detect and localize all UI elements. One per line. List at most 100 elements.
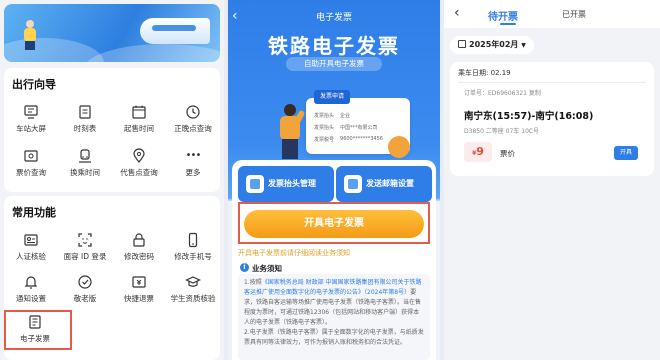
hero-subtitle: 自助开具电子发票	[286, 57, 382, 71]
grid-item-label: 时刻表	[73, 124, 97, 133]
agency-location-icon	[133, 148, 145, 163]
notice-title: 业务须知	[252, 264, 282, 273]
phone-icon	[188, 232, 198, 248]
grid-item-label: 面容 ID 登录	[63, 252, 107, 261]
invoice-mock-label: 发票抬头	[314, 125, 335, 131]
highlight-box-e-invoice	[4, 310, 72, 350]
grid-item-more[interactable]: ••• 更多	[166, 148, 220, 178]
grid-item-label: 换乘时间	[70, 168, 100, 177]
notice-link[interactable]: 开具电子发票前请仔细阅读业务须知	[238, 248, 350, 258]
highlight-box-open-button	[238, 202, 430, 244]
calendar-icon	[458, 40, 466, 48]
grid-item-notification[interactable]: 通知设置	[4, 274, 58, 304]
tab-issued[interactable]: 已开票	[562, 9, 586, 20]
grid-item-label: 起售时间	[124, 124, 154, 133]
email-icon	[344, 175, 362, 193]
invoice-mock-value: 9600*******3456	[340, 136, 383, 142]
notice-text: 2.电子发票（铁路电子客票）属于全面数字化的电子发票，与纸质发票具有同等法律效力…	[244, 329, 424, 346]
grid-item-label: 通知设置	[16, 294, 46, 303]
grid-item-sale-time[interactable]: 起售时间	[112, 104, 166, 134]
notice-content: 1.按照《国家税务总局 财政部 中国国家铁路集团有限公司关于铁路客运推广使用全面…	[238, 274, 430, 360]
train-info: D3850 二等座 07车 10C号	[464, 128, 540, 135]
route: 南宁东(15:57)-南宁(16:08)	[464, 111, 594, 122]
divider	[458, 82, 646, 83]
issue-invoice-button[interactable]: 开具	[614, 146, 638, 160]
page-title: 电子发票	[315, 13, 352, 23]
train-illustration	[140, 18, 210, 44]
tile-label: 发送邮箱设置	[366, 179, 414, 188]
price-label: 票价	[500, 149, 515, 158]
month-selector[interactable]: 2025年02月 ▼	[450, 36, 534, 54]
fare-query-icon	[24, 150, 38, 162]
invoice-mock-head: 发票申请	[314, 90, 351, 104]
notice-announcement-link[interactable]: 《国家税务总局 财政部 中国国家铁路集团有限公司关于铁路客运推广使用全面数字化的…	[244, 279, 422, 296]
e-invoice-actions: 发票抬头管理 发送邮箱设置 开具电子发票 开具电子发票前请仔细阅读业务须知 i …	[232, 160, 436, 360]
invoice-mock-label: 发票税号	[314, 137, 335, 143]
common-functions-title: 常用功能	[12, 206, 56, 219]
month-label: 2025年02月	[469, 40, 519, 49]
grid-item-change-phone[interactable]: 修改手机号	[166, 232, 220, 262]
invoice-mock-row: 发票抬头 中国***有限公司	[314, 124, 402, 131]
grid-item-student-verify[interactable]: 学生资质核验	[166, 274, 220, 304]
caret-down-icon: ▼	[521, 42, 526, 49]
price-value: 9	[476, 145, 484, 158]
banner-hill	[4, 38, 104, 62]
back-icon[interactable]: ‹	[454, 5, 460, 21]
price-badge: ¥9	[464, 142, 492, 162]
tab-pending[interactable]: 待开票	[488, 8, 518, 25]
clock-icon	[186, 105, 200, 119]
bell-icon	[24, 276, 38, 289]
grid-item-label: 学生资质核验	[170, 294, 216, 303]
grid-item-quick-refund[interactable]: 快捷退票	[112, 274, 166, 304]
face-id-icon	[78, 233, 92, 247]
grid-item-id-verify[interactable]: 人证核验	[4, 232, 58, 262]
grid-item-label: 修改手机号	[174, 252, 212, 261]
invoice-title-manage-button[interactable]: 发票抬头管理	[238, 166, 334, 202]
travel-guide-title: 出行向导	[12, 78, 56, 91]
order-number: 订单号：ED69606321 复制	[464, 90, 541, 97]
grid-item-change-password[interactable]: 修改密码	[112, 232, 166, 262]
grid-item-label: 票价查询	[16, 168, 46, 177]
invoice-mock-row: 发票抬头 企业	[314, 112, 402, 119]
grid-item-elder-mode[interactable]: 敬老版	[58, 274, 112, 304]
banner-image[interactable]	[4, 4, 220, 62]
info-icon: i	[240, 263, 249, 272]
notice-text: 1.按照	[244, 279, 262, 286]
lock-icon	[133, 233, 145, 247]
banner-hill	[84, 44, 220, 62]
timetable-icon	[79, 105, 91, 119]
invoice-mock-value: 中国***有限公司	[340, 125, 378, 131]
hero-title: 铁路电子发票	[268, 34, 400, 58]
grid-item-fare-query[interactable]: 票价查询	[4, 148, 58, 178]
email-settings-button[interactable]: 发送邮箱设置	[336, 166, 432, 202]
pending-invoice-panel: ‹ 待开票 已开票 2025年02月 ▼ 乘车日期: 02.19 订单号：ED6…	[444, 0, 660, 360]
id-verify-icon	[24, 234, 38, 246]
grid-item-station-screen[interactable]: 车站大屏	[4, 104, 58, 134]
refund-icon	[132, 276, 146, 288]
grid-item-agency[interactable]: 代售点查询	[112, 148, 166, 178]
grid-item-label: 车站大屏	[16, 124, 46, 133]
businessman-illustration	[270, 104, 310, 162]
grid-item-label: 代售点查询	[120, 168, 158, 177]
elder-icon	[78, 275, 92, 289]
station-screen-icon	[24, 105, 38, 119]
grid-item-face-id[interactable]: 面容 ID 登录	[58, 232, 112, 262]
grid-item-label: 敬老版	[73, 294, 97, 303]
grid-item-label: 更多	[185, 168, 201, 177]
grid-item-label: 正晚点查询	[174, 124, 212, 133]
transfer-icon	[79, 149, 91, 163]
grid-item-label: 快捷退票	[124, 294, 154, 303]
ride-date: 乘车日期: 02.19	[458, 69, 511, 77]
more-icon: •••	[185, 150, 202, 161]
e-invoice-panel: ‹ 电子发票 铁路电子发票 自助开具电子发票 发票申请 发票抬头 企业 发票抬头中…	[228, 0, 440, 360]
tile-label: 发票抬头管理	[268, 179, 316, 188]
ticket-card: 乘车日期: 02.19 订单号：ED69606321 复制 南宁东(15:57)…	[450, 62, 654, 176]
grid-item-label: 修改密码	[124, 252, 154, 261]
travel-guide-card: 出行向导 车站大屏 时刻表 起售时间 正晚点查询 票价查询 换乘时间 代售点查询	[4, 68, 220, 192]
traveler-illustration	[22, 20, 38, 50]
sale-time-icon	[132, 105, 146, 119]
invoice-mock-label: 发票抬头	[314, 113, 335, 119]
grid-item-delay-query[interactable]: 正晚点查询	[166, 104, 220, 134]
grid-item-transfer[interactable]: 换乘时间	[58, 148, 112, 178]
grid-item-timetable[interactable]: 时刻表	[58, 104, 112, 134]
